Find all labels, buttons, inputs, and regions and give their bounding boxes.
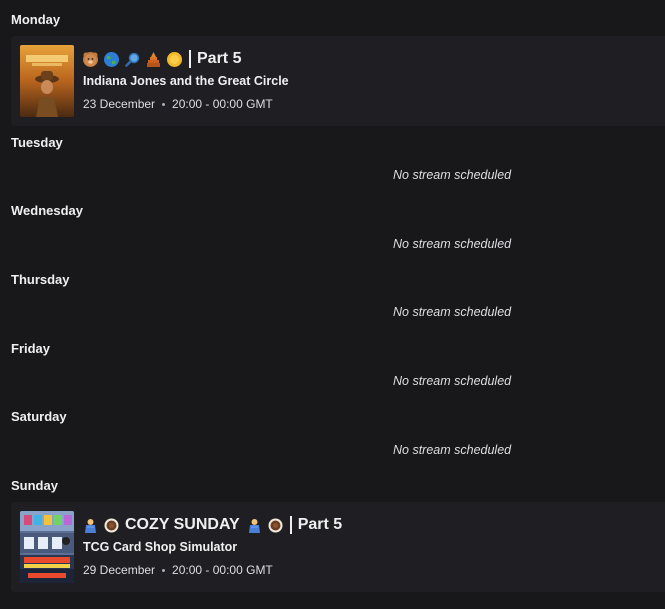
game-cover-indiana-jones[interactable] — [20, 45, 74, 117]
stream-part-label: Part 5 — [297, 516, 343, 533]
day-label-saturday: Saturday — [11, 409, 67, 424]
stream-card-monday[interactable]: Part 5 Indiana Jones and the Great Circl… — [11, 36, 665, 126]
game-cover-tcg-card-shop[interactable] — [20, 511, 74, 583]
stream-part-label: Part 5 — [197, 50, 242, 67]
separator-dot — [162, 568, 166, 572]
title-separator — [289, 516, 292, 534]
stream-time: 20:00 - 00:00 GMT — [172, 563, 273, 577]
day-label-tuesday: Tuesday — [11, 135, 63, 150]
day-label-thursday: Thursday — [11, 272, 70, 287]
coffee-icon — [268, 518, 283, 533]
person-blanket-icon — [247, 518, 262, 533]
stream-title-text: COZY SUNDAY — [125, 516, 240, 533]
stream-time: 20:00 - 00:00 GMT — [172, 97, 273, 111]
globe-icon — [104, 51, 119, 67]
separator-dot — [162, 102, 166, 106]
stream-title-monday[interactable]: Part 5 — [83, 50, 241, 68]
person-blanket-icon — [83, 518, 98, 533]
temple-icon — [146, 51, 161, 67]
stream-date: 29 December — [83, 563, 156, 577]
stream-date: 23 December — [83, 97, 156, 111]
no-stream-text: No stream scheduled — [393, 237, 512, 251]
coffee-icon — [104, 518, 119, 533]
magnifying-glass-icon — [125, 52, 140, 67]
game-name[interactable]: Indiana Jones and the Great Circle — [83, 74, 289, 88]
coin-icon — [167, 51, 182, 67]
day-label-sunday: Sunday — [11, 478, 58, 493]
day-label-wednesday: Wednesday — [11, 203, 84, 218]
stream-time-row: 29 December 20:00 - 00:00 GMT — [83, 563, 273, 577]
no-stream-text: No stream scheduled — [393, 305, 512, 319]
stream-card-sunday[interactable]: COZY SUNDAY Part 5 TCG Card Shop Simulat… — [11, 502, 665, 592]
title-separator — [189, 50, 191, 68]
no-stream-text: No stream scheduled — [393, 168, 512, 182]
day-label-friday: Friday — [11, 341, 51, 356]
weekly-schedule: Monday Part 5 Indiana Jones and the Grea… — [0, 0, 665, 609]
stream-time-row: 23 December 20:00 - 00:00 GMT — [83, 97, 273, 111]
day-label-monday: Monday — [11, 12, 61, 27]
no-stream-text: No stream scheduled — [393, 443, 512, 457]
bear-face-icon — [83, 51, 98, 67]
game-name[interactable]: TCG Card Shop Simulator — [83, 540, 237, 554]
stream-title-sunday[interactable]: COZY SUNDAY Part 5 — [83, 516, 342, 534]
no-stream-text: No stream scheduled — [393, 374, 512, 388]
